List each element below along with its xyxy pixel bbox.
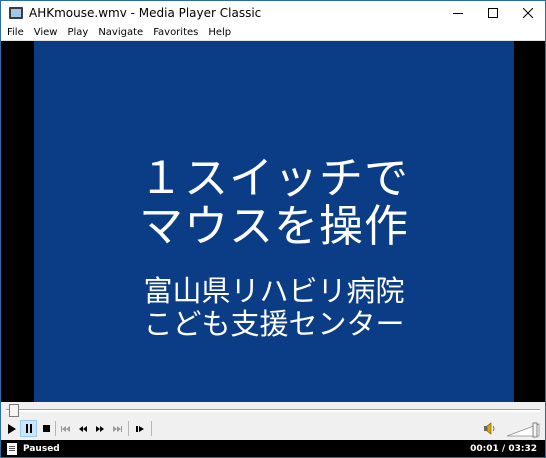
pause-icon <box>25 424 32 433</box>
menu-play[interactable]: Play <box>63 24 92 41</box>
title-bar[interactable]: AHKmouse.wmv - Media Player Classic <box>1 1 545 24</box>
playback-toolbar <box>1 418 545 440</box>
video-title-line-2: マウスを操作 <box>139 201 409 252</box>
skip-back-button[interactable] <box>57 420 74 437</box>
rewind-icon <box>78 425 87 432</box>
play-button[interactable] <box>3 420 20 437</box>
fast-forward-button[interactable] <box>91 420 108 437</box>
video-title-line-1: １スイッチで <box>139 153 409 204</box>
fast-forward-icon <box>95 425 104 432</box>
skip-forward-icon <box>112 425 122 432</box>
close-button[interactable] <box>510 1 545 24</box>
document-icon <box>7 442 17 455</box>
toolbar-separator <box>128 421 129 436</box>
stop-button[interactable] <box>38 420 55 437</box>
playback-time: 00:01 / 03:32 <box>470 443 537 454</box>
video-subtitle-line-1: 富山県リハビリ病院 <box>143 274 405 308</box>
menu-file[interactable]: File <box>3 24 28 41</box>
rewind-button[interactable] <box>74 420 91 437</box>
seek-track[interactable] <box>6 409 540 412</box>
maximize-icon <box>487 7 498 18</box>
media-player-window: AHKmouse.wmv - Media Player Classic File… <box>0 0 546 458</box>
window-title: AHKmouse.wmv - Media Player Classic <box>29 5 262 20</box>
frame-step-icon <box>136 425 144 432</box>
menu-bar: File View Play Navigate Favorites Help <box>1 24 545 41</box>
menu-favorites[interactable]: Favorites <box>149 24 202 41</box>
playback-status: Paused <box>23 443 60 454</box>
volume-slider[interactable] <box>506 421 542 438</box>
video-area[interactable]: １スイッチで マウスを操作 富山県リハビリ病院 こども支援センター <box>1 41 545 402</box>
speaker-icon[interactable] <box>484 422 496 435</box>
menu-help[interactable]: Help <box>204 24 235 41</box>
play-icon <box>8 423 16 434</box>
menu-navigate[interactable]: Navigate <box>94 24 147 41</box>
minimize-icon <box>452 12 463 14</box>
menu-view[interactable]: View <box>30 24 62 41</box>
seek-bar[interactable] <box>1 402 545 418</box>
window-controls <box>440 1 545 24</box>
toolbar-separator <box>55 421 56 436</box>
pause-button[interactable] <box>20 420 37 437</box>
maximize-button[interactable] <box>475 1 510 24</box>
stop-icon <box>42 424 50 432</box>
skip-forward-button[interactable] <box>108 420 125 437</box>
frame-step-button[interactable] <box>132 420 149 437</box>
toolbar-separator <box>151 421 152 436</box>
video-frame: １スイッチで マウスを操作 富山県リハビリ病院 こども支援センター <box>34 41 514 402</box>
skip-back-icon <box>60 425 70 432</box>
close-icon <box>522 7 533 18</box>
status-bar: Paused 00:01 / 03:32 <box>1 440 545 457</box>
seek-thumb[interactable] <box>8 404 19 417</box>
volume-thumb <box>532 422 538 438</box>
minimize-button[interactable] <box>440 1 475 24</box>
video-subtitle-line-2: こども支援センター <box>143 307 405 341</box>
app-icon[interactable] <box>9 6 23 20</box>
